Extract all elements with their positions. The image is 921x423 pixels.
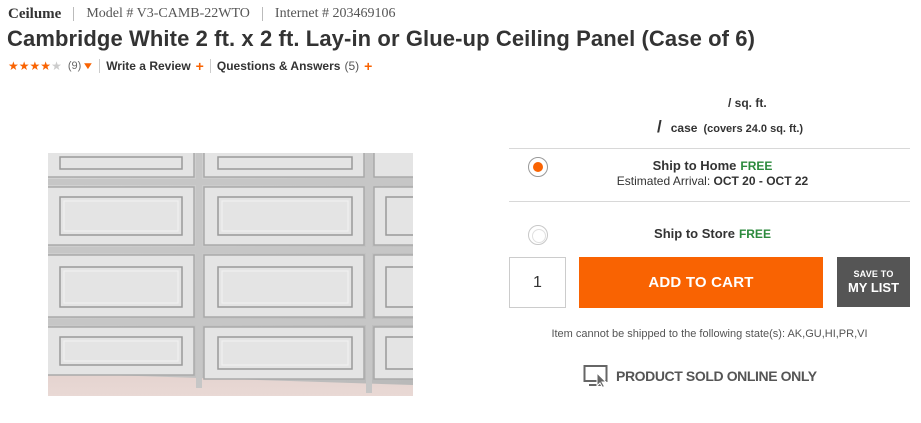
arrival-dates: OCT 20 - OCT 22: [713, 174, 809, 188]
ceiling-panel-photo: [48, 153, 413, 396]
divider: [73, 7, 75, 21]
ship-to-home-option[interactable]: Ship to Home FREE Estimated Arrival: OCT …: [560, 158, 865, 188]
write-review-link[interactable]: Write a Review: [106, 59, 190, 73]
questions-answers-link[interactable]: Questions & Answers (5): [217, 59, 359, 73]
plus-icon[interactable]: +: [196, 58, 204, 74]
ship-to-home-label: Ship to Home: [652, 158, 737, 173]
rating-stars[interactable]: ★ ★ ★ ★ ★: [8, 60, 62, 72]
arrival-label: Estimated Arrival:: [616, 174, 711, 188]
price-unit: case: [670, 121, 698, 135]
star-icon: ★: [8, 59, 19, 73]
ship-to-store-radio[interactable]: [528, 225, 548, 245]
price-per-case: / case (covers 24.0 sq. ft.): [657, 117, 803, 137]
free-badge: FREE: [738, 227, 771, 241]
qa-label: Questions & Answers: [216, 59, 341, 73]
shipping-restriction-note: Item cannot be shipped to the following …: [551, 328, 868, 340]
ship-to-store-title: Ship to Store FREE: [560, 226, 865, 241]
ship-to-home-title: Ship to Home FREE: [560, 158, 865, 173]
free-badge: FREE: [740, 159, 773, 173]
ship-to-store-label: Ship to Store: [654, 226, 735, 241]
model-number: Model # V3-CAMB-22WTO: [86, 6, 250, 21]
divider: [261, 7, 263, 21]
my-list-label: MY LIST: [847, 280, 900, 295]
save-to-label: SAVE TO: [853, 269, 894, 279]
star-icon: ★: [18, 59, 30, 73]
sold-online-text: PRODUCT SOLD ONLINE ONLY: [616, 368, 817, 384]
add-to-cart-button[interactable]: ADD TO CART: [579, 257, 823, 308]
product-meta: Ceilume Model # V3-CAMB-22WTO Internet #…: [8, 5, 395, 23]
review-row: ★ ★ ★ ★ ★ (9) ▼ Write a Review + Questions &…: [8, 58, 372, 74]
plus-icon[interactable]: +: [364, 58, 372, 74]
price-slash: /: [657, 117, 662, 136]
ship-to-store-option[interactable]: Ship to Store FREE: [560, 226, 865, 241]
divider: [209, 59, 211, 73]
divider: [509, 201, 910, 202]
product-title: Cambridge White 2 ft. x 2 ft. Lay-in or …: [7, 26, 756, 51]
rating-count[interactable]: (9): [68, 60, 81, 72]
star-icon: ★: [29, 59, 41, 73]
price-per-sqft: / sq. ft.: [728, 96, 767, 110]
brand-name[interactable]: Ceilume: [8, 6, 61, 23]
chevron-down-icon[interactable]: ▼: [82, 61, 95, 72]
internet-number: Internet # 203469106: [274, 6, 396, 21]
star-icon: ★: [40, 59, 52, 73]
ship-to-home-radio[interactable]: [528, 157, 548, 177]
monitor-cursor-icon: [583, 365, 608, 388]
divider: [99, 59, 101, 73]
estimated-arrival: Estimated Arrival: OCT 20 - OCT 22: [560, 174, 865, 188]
product-image[interactable]: [48, 153, 413, 396]
divider: [509, 148, 910, 149]
sold-online-badge: PRODUCT SOLD ONLINE ONLY: [583, 364, 817, 388]
quantity-input[interactable]: [509, 257, 566, 308]
qa-count: (5): [344, 59, 360, 73]
case-coverage: (covers 24.0 sq. ft.): [703, 123, 804, 135]
star-icon: ★: [51, 59, 62, 73]
save-to-list-button[interactable]: SAVE TO MY LIST: [837, 257, 910, 307]
